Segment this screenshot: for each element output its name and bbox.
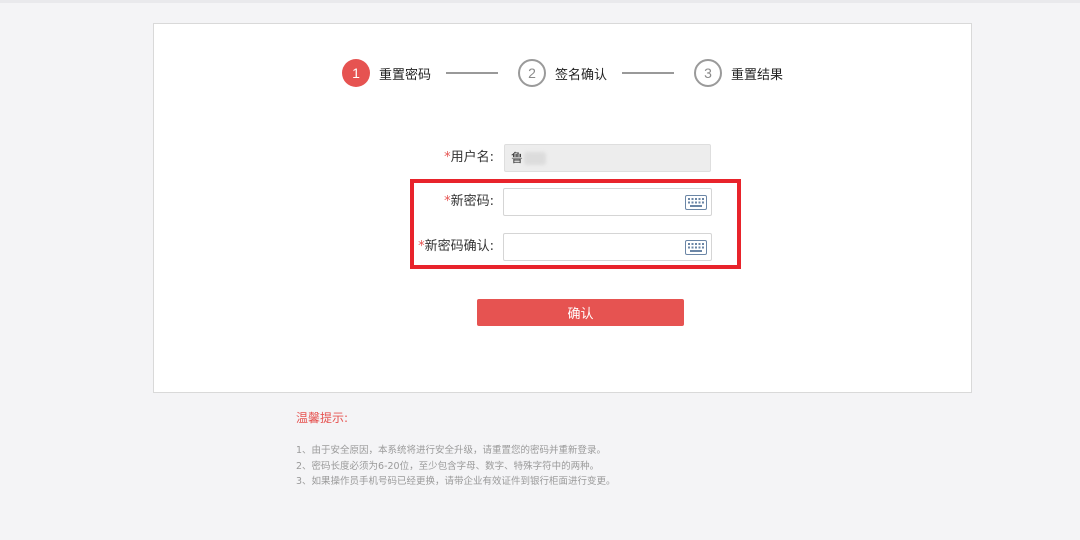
confirm-button[interactable]: 确认	[477, 299, 684, 326]
reset-password-panel: 1 重置密码 2 签名确认 3 重置结果 *用户名: 鲁 *新密码: *新密码确…	[153, 23, 972, 393]
top-divider	[0, 0, 1080, 3]
tip-item: 2、密码长度必须为6-20位，至少包含字母、数字、特殊字符中的两种。	[296, 460, 600, 472]
username-row: *用户名: 鲁	[154, 144, 973, 172]
username-label-text: 用户名:	[450, 150, 494, 165]
step-label: 签名确认	[555, 67, 608, 83]
annotation-highlight-box	[410, 179, 741, 269]
step-number: 2	[518, 59, 546, 87]
username-label: *用户名:	[444, 144, 494, 172]
tips-list: 1、由于安全原因，本系统将进行安全升级，请重置您的密码并重新登录。 2、密码长度…	[296, 443, 616, 490]
step-reset-result: 3 重置结果	[694, 59, 783, 87]
username-redacted-mask	[524, 152, 546, 165]
step-signature-confirm: 2 签名确认	[518, 59, 607, 87]
username-field: 鲁	[504, 144, 711, 172]
step-number: 3	[694, 59, 722, 87]
tip-item: 1、由于安全原因，本系统将进行安全升级，请重置您的密码并重新登录。	[296, 445, 607, 456]
username-value: 鲁	[511, 151, 524, 165]
step-connector	[446, 72, 498, 74]
step-reset-password: 1 重置密码	[342, 59, 431, 87]
step-number: 1	[342, 59, 370, 87]
step-connector	[622, 72, 674, 74]
tip-item: 3、如果操作员手机号码已经更换，请带企业有效证件到银行柜面进行变更。	[296, 476, 616, 487]
tips-title: 温馨提示:	[296, 411, 349, 425]
step-label: 重置结果	[731, 67, 784, 83]
step-label: 重置密码	[379, 67, 432, 83]
